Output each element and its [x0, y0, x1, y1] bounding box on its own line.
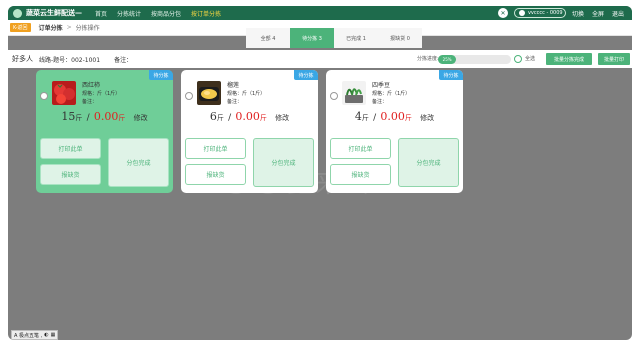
actual-qty: 0.00: [93, 110, 119, 123]
top-bar: 蔬菜云生鲜配送— 首页 分拣统计 按商品分包 按订单分拣 ✕ vvcccc - …: [8, 6, 632, 20]
product-note: 备注：: [82, 99, 98, 105]
qty-slash: /: [228, 113, 232, 123]
card-select-radio[interactable]: [40, 92, 48, 100]
card-select-radio[interactable]: [185, 92, 193, 100]
actual-qty: 0.00: [380, 110, 405, 123]
ime-status-bar[interactable]: A 极点五笔 , ◐ ▦: [11, 330, 59, 340]
qty-slash: /: [373, 113, 377, 123]
logo-icon: [12, 8, 22, 18]
switch-link[interactable]: 切换: [572, 9, 584, 18]
beans-image: [342, 81, 366, 105]
tab-completed[interactable]: 已完成 1: [334, 28, 378, 48]
customer-name: 好多人: [12, 55, 33, 63]
tomato-image: [52, 81, 76, 105]
quantity-row: 4斤 / 0.00斤 修改: [326, 110, 463, 123]
actual-unit: 斤: [404, 114, 412, 122]
order-remark: 备注：: [114, 56, 133, 64]
status-badge: 待分拣: [149, 70, 173, 80]
quantity-row: 15斤 / 0.00斤 修改: [36, 110, 173, 123]
target-unit: 斤: [75, 114, 83, 122]
print-order-button[interactable]: 打印此单: [185, 138, 246, 159]
batch-done-button[interactable]: 批量分拣完成: [546, 53, 592, 65]
tab-all[interactable]: 全部 4: [246, 28, 290, 48]
card-select-radio[interactable]: [330, 92, 338, 100]
qty-slash: /: [86, 113, 90, 123]
actual-unit: 斤: [259, 114, 267, 122]
actual-qty: 0.00: [235, 110, 260, 123]
edit-qty-link[interactable]: 修改: [275, 114, 289, 122]
nav-sorting-stats[interactable]: 分拣统计: [112, 9, 146, 18]
product-spec: 规格：斤（1斤）: [227, 91, 266, 97]
back-button[interactable]: K-返回: [10, 23, 31, 32]
product-name: 四季豆: [372, 82, 391, 89]
report-shortage-button[interactable]: 报缺货: [185, 164, 246, 185]
print-order-button[interactable]: 打印此单: [330, 138, 391, 159]
target-unit: 斤: [361, 114, 369, 122]
print-order-button[interactable]: 打印此单: [40, 138, 101, 159]
product-name: 榴莲: [227, 82, 240, 89]
pack-complete-button[interactable]: 分包完成: [108, 138, 169, 187]
status-badge: 待分拣: [439, 70, 463, 80]
user-name: vvcccc - 0009: [527, 10, 563, 16]
status-badge: 待分拣: [294, 70, 318, 80]
app-logo: [8, 6, 26, 20]
user-avatar-icon: [518, 10, 525, 16]
edit-qty-link[interactable]: 修改: [134, 114, 148, 122]
ime-keyboard-icon: ▦: [50, 332, 56, 338]
breadcrumb-level1[interactable]: 订单分拣: [39, 23, 63, 32]
product-spec: 规格：斤（1斤）: [372, 91, 411, 97]
ime-moon-icon: ◐: [44, 332, 49, 338]
app-window: 蔬菜云生鲜配送— 首页 分拣统计 按商品分包 按订单分拣 ✕ vvcccc - …: [8, 6, 632, 340]
target-unit: 斤: [216, 114, 224, 122]
product-card[interactable]: 待分拣 西红柿 规格：斤（1斤） 备注： 15斤 / 0.00斤 修改 打印此单…: [36, 70, 173, 193]
progress-bar: 25%: [438, 55, 511, 64]
breadcrumb-separator: >: [66, 24, 72, 31]
quantity-row: 6斤 / 0.00斤 修改: [181, 110, 318, 123]
app-title: 蔬菜云生鲜配送—: [26, 9, 82, 17]
product-card[interactable]: 待分拣 四季豆 规格：斤（1斤） 备注： 4斤 / 0.00斤 修改 打印此单 …: [326, 70, 463, 193]
select-all-label[interactable]: 全选: [525, 55, 535, 62]
fullscreen-link[interactable]: 全屏: [592, 9, 604, 18]
progress-label: 分拣进度:: [417, 56, 439, 62]
pack-complete-button[interactable]: 分包完成: [253, 138, 314, 187]
user-selector[interactable]: vvcccc - 0009: [513, 8, 566, 18]
exit-link[interactable]: 退出: [612, 9, 624, 18]
target-qty: 6: [209, 110, 217, 123]
order-info-bar: 好多人 线路-题号：002-1001 备注： 分拣进度: 25% 全选 批量分拣…: [8, 50, 632, 68]
status-tabs: 全部 4 待分拣 3 已完成 1 报缺货 0: [246, 28, 422, 48]
top-right-tools: ✕ vvcccc - 0009 切换 全屏 退出: [497, 6, 632, 20]
product-card[interactable]: 待分拣 榴莲 规格：斤（1斤） 备注： 6斤 / 0.00斤 修改 打印此单 报…: [181, 70, 318, 193]
target-qty: 15: [61, 110, 76, 123]
product-name: 西红柿: [82, 82, 101, 89]
batch-print-button[interactable]: 批量打印: [598, 53, 630, 65]
ime-label: A 极点五笔 ,: [14, 332, 43, 339]
progress-fill: 25%: [438, 55, 457, 64]
product-spec: 规格：斤（1斤）: [82, 91, 121, 97]
nav-by-product[interactable]: 按商品分包: [146, 9, 186, 18]
tab-pending[interactable]: 待分拣 3: [290, 28, 334, 48]
edit-qty-link[interactable]: 修改: [420, 114, 434, 122]
breadcrumb-level2: 分拣操作: [75, 25, 100, 32]
report-shortage-button[interactable]: 报缺货: [40, 164, 101, 185]
durian-image: [197, 81, 221, 105]
nav-home[interactable]: 首页: [90, 9, 112, 18]
pack-complete-button[interactable]: 分包完成: [398, 138, 459, 187]
select-all-radio[interactable]: [514, 55, 522, 63]
route-info: 线路-题号：002-1001: [39, 56, 101, 64]
actual-unit: 斤: [118, 114, 126, 122]
product-note: 备注：: [372, 99, 388, 105]
nav-by-order[interactable]: 按订单分拣: [186, 9, 226, 18]
app-badge-icon[interactable]: ✕: [497, 8, 508, 18]
target-qty: 4: [354, 110, 362, 123]
report-shortage-button[interactable]: 报缺货: [330, 164, 391, 185]
tab-out-of-stock[interactable]: 报缺货 0: [378, 28, 422, 48]
product-note: 备注：: [227, 99, 243, 105]
